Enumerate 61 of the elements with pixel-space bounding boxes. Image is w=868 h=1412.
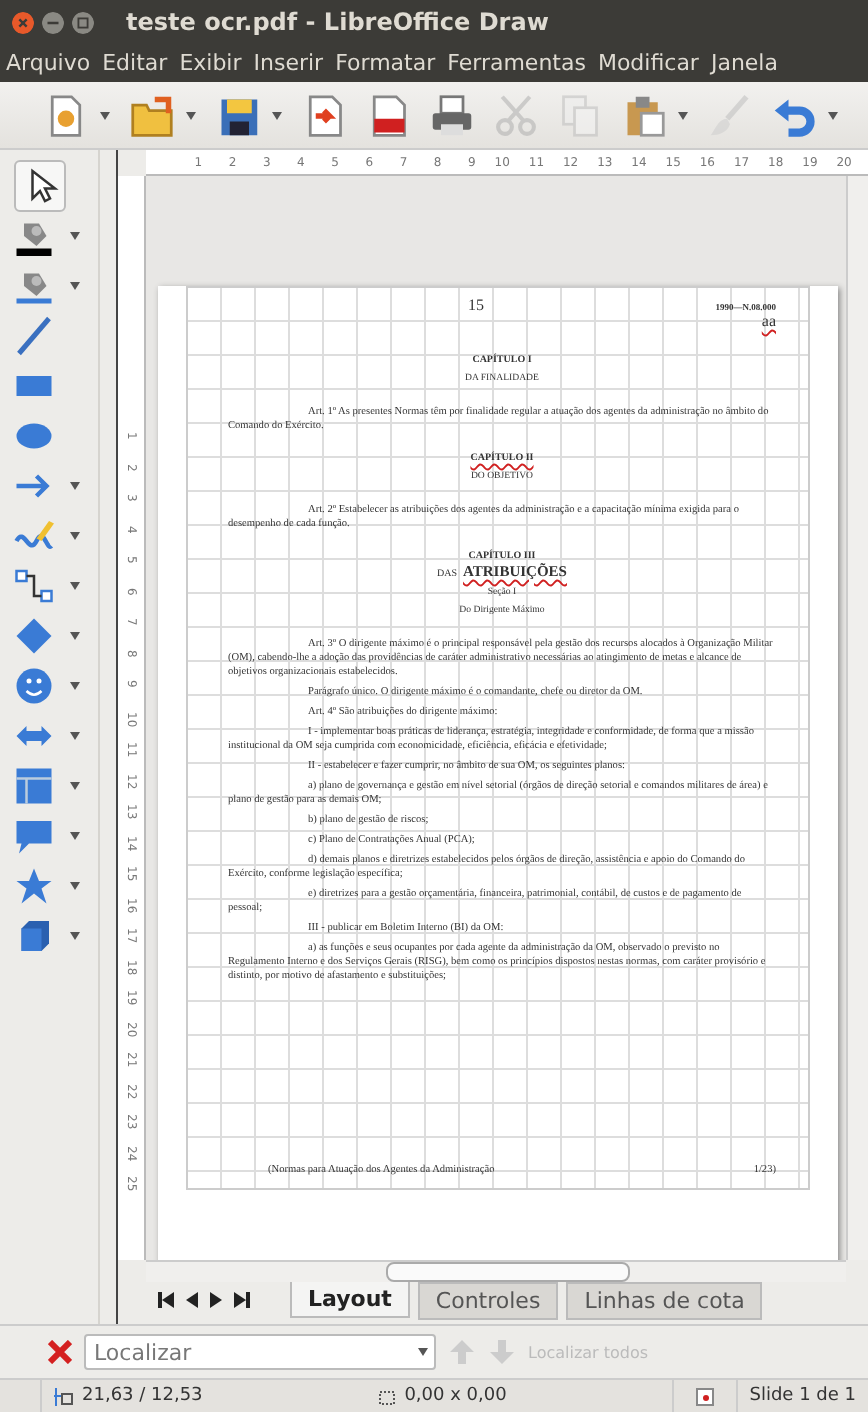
caret-icon[interactable] [70,882,80,890]
menu-item[interactable]: Ferramentas [441,50,592,76]
menu-item[interactable]: Editar [96,50,174,76]
close-icon[interactable] [48,1340,72,1364]
line-icon[interactable] [14,316,54,356]
size-text: 0,00 x 0,00 [404,1386,507,1406]
position-icon [54,1387,74,1405]
caret-icon[interactable] [70,282,80,290]
caret-icon[interactable] [70,782,80,790]
diamond-icon[interactable] [14,616,54,656]
caret-icon[interactable] [70,832,80,840]
tab[interactable]: Controles [417,1282,559,1320]
horizontal-scrollbar[interactable] [146,1260,846,1282]
minimize-icon[interactable] [42,11,64,33]
clipboard-icon[interactable] [622,93,666,137]
caret-icon[interactable] [828,111,838,119]
tab[interactable]: Linhas de cota [566,1282,763,1320]
next-page-icon[interactable] [210,1292,222,1308]
search-field[interactable]: Localizar [84,1334,436,1370]
menu-item[interactable]: Modificar [591,50,705,76]
connector-icon[interactable] [14,566,54,606]
document-modified-icon [695,1387,714,1405]
caret-icon[interactable] [70,582,80,590]
caret-icon[interactable] [272,111,282,119]
caret-icon[interactable] [70,732,80,740]
caret-icon[interactable] [70,932,80,940]
tab[interactable]: Layout [290,1282,410,1318]
caret-icon[interactable] [70,632,80,640]
pointer-icon[interactable] [14,160,66,212]
caret-icon[interactable] [70,682,80,690]
smiley-icon[interactable] [14,666,54,706]
close-icon[interactable] [12,11,34,33]
menu-item[interactable]: Inserir [247,50,330,76]
speech-bubble-icon[interactable] [14,816,54,856]
menu-item[interactable]: Exibir [173,50,248,76]
position-text: 21,63 / 12,53 [82,1386,203,1406]
star-icon[interactable] [14,866,54,906]
caret-icon[interactable] [418,1348,428,1356]
caret-icon[interactable] [100,111,110,119]
folder-icon[interactable] [130,93,174,137]
caret-icon[interactable] [678,111,688,119]
scrollbar-thumb[interactable] [386,1262,630,1282]
menu-item[interactable]: Formatar [329,50,442,76]
caret-icon[interactable] [70,232,80,240]
table-shape-icon[interactable] [14,766,54,806]
last-page-icon[interactable] [234,1292,250,1308]
slide-counter: Slide 1 de 1 [749,1386,856,1406]
vertical-scrollbar[interactable] [846,176,868,1260]
maximize-icon[interactable] [72,11,94,33]
first-page-icon[interactable] [158,1292,174,1308]
menu-item[interactable]: Arquivo [0,50,97,76]
window-title: teste ocr.pdf - LibreOffice Draw [126,8,549,36]
margin-note: aa [761,311,776,334]
menu-item[interactable]: Janela [704,50,784,76]
page-number: 15 [468,296,484,314]
printer-icon[interactable] [430,93,474,137]
caret-icon[interactable] [70,482,80,490]
size-icon [376,1387,397,1405]
caret-icon[interactable] [70,532,80,540]
previous-page-icon[interactable] [186,1292,198,1308]
caret-icon[interactable] [186,111,196,119]
